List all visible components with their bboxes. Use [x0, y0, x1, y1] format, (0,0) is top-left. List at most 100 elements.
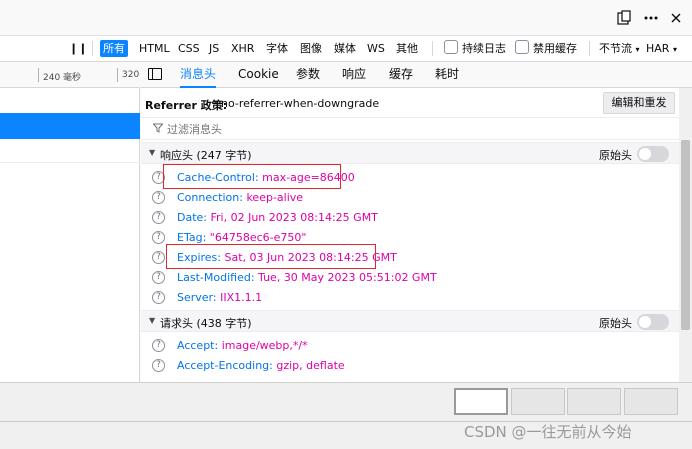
- raw-headers-toggle[interactable]: [637, 314, 669, 330]
- chevron-down-icon: ▼: [149, 148, 156, 157]
- referrer-policy-label: Referrer 政策:: [145, 99, 228, 112]
- filter-xhr[interactable]: XHR: [228, 40, 257, 57]
- timeline-tick: 320: [122, 70, 140, 80]
- har-label: HAR: [646, 42, 670, 55]
- help-icon[interactable]: ?: [152, 231, 165, 244]
- bottom-panel: CSDN @一往无前从今始: [0, 382, 692, 449]
- tab-params[interactable]: 参数: [296, 62, 320, 88]
- header-name-text: Server:: [177, 291, 217, 304]
- filter-other[interactable]: 其他: [393, 40, 421, 57]
- filter-images[interactable]: 图像: [297, 40, 325, 57]
- help-icon[interactable]: ?: [152, 339, 165, 352]
- more-options-icon[interactable]: [643, 10, 659, 26]
- header-name: Accept-Encoding: gzip, deflate: [177, 359, 345, 372]
- header-name-text: Date:: [177, 211, 207, 224]
- devtools-top-bar: [0, 0, 692, 36]
- filter-media[interactable]: 媒体: [331, 40, 359, 57]
- header-row: ? Date: Fri, 02 Jun 2023 08:14:25 GMT: [141, 208, 679, 228]
- scrollbar-thumb[interactable]: [681, 140, 690, 330]
- header-name-text: Last-Modified:: [177, 271, 255, 284]
- help-icon[interactable]: ?: [152, 291, 165, 304]
- filter-js[interactable]: JS: [206, 40, 222, 57]
- vertical-scrollbar[interactable]: [679, 88, 692, 382]
- close-icon[interactable]: [668, 10, 684, 26]
- header-name-text: Accept-Encoding:: [177, 359, 273, 372]
- raw-headers-label: 原始头: [599, 317, 632, 330]
- help-icon[interactable]: ?: [152, 251, 165, 264]
- header-value: "64758ec6-e750": [209, 231, 307, 244]
- headers-panel: Referrer 政策: no-referrer-when-downgrade …: [141, 88, 679, 382]
- har-menu[interactable]: HAR ▾: [643, 40, 680, 57]
- header-name: Date: Fri, 02 Jun 2023 08:14:25 GMT: [177, 211, 378, 224]
- dock-side-icon[interactable]: [616, 10, 632, 26]
- persist-logs-checkbox[interactable]: [444, 40, 458, 54]
- header-name: Connection: keep-alive: [177, 191, 303, 204]
- watermark: CSDN @一往无前从今始: [464, 423, 632, 441]
- referrer-policy-value: no-referrer-when-downgrade: [221, 97, 380, 110]
- header-filter-row: [141, 118, 679, 140]
- tab-timings[interactable]: 耗时: [435, 62, 459, 88]
- header-name-text: Connection:: [177, 191, 243, 204]
- disable-cache-checkbox[interactable]: [515, 40, 529, 54]
- expires-highlight: [166, 244, 376, 269]
- header-name-text: ETag:: [177, 231, 207, 244]
- tab-headers[interactable]: 消息头: [180, 62, 217, 88]
- header-row: ? Accept-Encoding: gzip, deflate: [141, 356, 679, 376]
- referrer-policy-row: Referrer 政策: no-referrer-when-downgrade …: [141, 88, 679, 118]
- pause-icon[interactable]: ❙❙: [66, 40, 90, 57]
- help-icon[interactable]: ?: [152, 191, 165, 204]
- throttle-label: 不节流: [599, 42, 632, 55]
- header-value: image/webp,*/*: [221, 339, 308, 352]
- help-icon[interactable]: ?: [152, 211, 165, 224]
- raw-headers-toggle[interactable]: [637, 146, 669, 162]
- header-value: keep-alive: [246, 191, 304, 204]
- header-name-text: Accept:: [177, 339, 219, 352]
- header-value: IIX1.1.1: [220, 291, 263, 304]
- thumbnail-box[interactable]: [567, 388, 621, 415]
- filter-ws[interactable]: WS: [364, 40, 388, 57]
- request-headers-title: 请求头 (438 字节): [160, 317, 252, 330]
- thumbnail-box[interactable]: [624, 388, 678, 415]
- row-divider: [0, 162, 140, 163]
- filter-all[interactable]: 所有: [100, 40, 128, 57]
- edit-and-resend-button[interactable]: 编辑和重发: [603, 92, 675, 114]
- tab-response[interactable]: 响应: [342, 62, 366, 88]
- header-row: ? Server: IIX1.1.1: [141, 288, 679, 308]
- filter-funnel-icon: [152, 123, 164, 136]
- chevron-down-icon: ▾: [672, 45, 677, 54]
- disable-cache-label: 禁用缓存: [533, 42, 577, 55]
- tab-cache[interactable]: 缓存: [389, 62, 413, 88]
- response-headers-toggle[interactable]: ▼ 响应头 (247 字节) 原始头: [141, 142, 679, 164]
- header-row: ? Last-Modified: Tue, 30 May 2023 05:51:…: [141, 268, 679, 288]
- toggle-sidebar-icon[interactable]: [148, 68, 162, 80]
- header-name: Accept: image/webp,*/*: [177, 339, 308, 352]
- divider: [92, 41, 93, 56]
- tab-cookies[interactable]: Cookie: [238, 62, 279, 88]
- header-row: ? Connection: keep-alive: [141, 188, 679, 208]
- chevron-down-icon: ▾: [635, 45, 640, 54]
- header-value: gzip, deflate: [276, 359, 345, 372]
- persist-logs-label: 持续日志: [462, 42, 506, 55]
- header-value: Tue, 30 May 2023 05:51:02 GMT: [258, 271, 437, 284]
- divider: [589, 41, 590, 56]
- header-row: ? Accept: image/webp,*/*: [141, 336, 679, 356]
- tick-line: [38, 68, 39, 82]
- tick-line: [117, 68, 118, 82]
- filter-fonts[interactable]: 字体: [263, 40, 291, 57]
- filter-css[interactable]: CSS: [175, 40, 203, 57]
- filter-headers-input[interactable]: [167, 121, 467, 137]
- selected-request-row[interactable]: [0, 113, 140, 139]
- header-name: Server: IIX1.1.1: [177, 291, 262, 304]
- help-icon[interactable]: ?: [152, 359, 165, 372]
- detail-tabs: 消息头 Cookie 参数 响应 缓存 耗时: [141, 62, 692, 88]
- help-icon[interactable]: ?: [152, 271, 165, 284]
- timeline-tick: 240 毫秒: [43, 73, 82, 83]
- throttle-select[interactable]: 不节流 ▾: [596, 40, 643, 57]
- thumbnail-box[interactable]: [511, 388, 565, 415]
- filter-html[interactable]: HTML: [136, 40, 173, 57]
- thumbnail-box[interactable]: [454, 388, 508, 415]
- request-headers-toggle[interactable]: ▼ 请求头 (438 字节) 原始头: [141, 310, 679, 332]
- request-filter-bar: ❙❙ 所有 HTML CSS JS XHR 字体 图像 媒体 WS 其他 持续日…: [0, 36, 692, 62]
- response-headers-title: 响应头 (247 字节): [160, 149, 252, 162]
- divider: [432, 41, 433, 56]
